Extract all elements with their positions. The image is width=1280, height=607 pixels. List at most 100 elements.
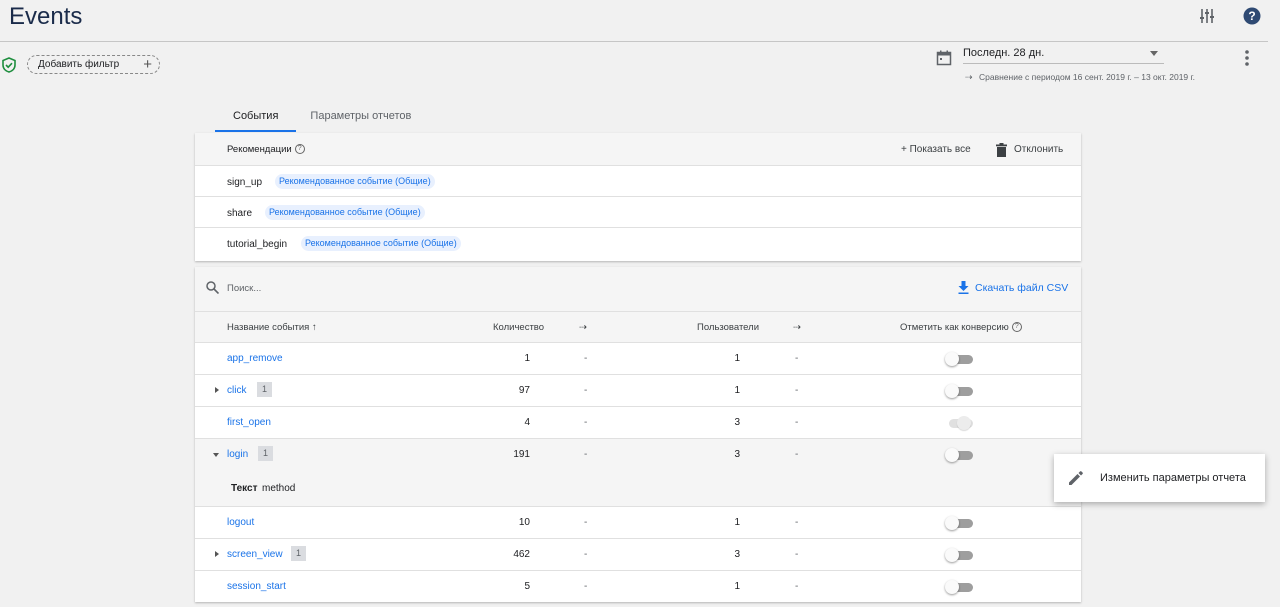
event-users: 1 (734, 581, 740, 592)
column-conversion: Отметить как конверсию? (900, 322, 1022, 333)
column-event-name[interactable]: Название события ↑ (227, 322, 317, 333)
plus-icon: + (143, 56, 152, 73)
event-count: 5 (524, 581, 530, 592)
event-name-link[interactable]: logout (227, 517, 254, 528)
search-bar: Скачать файл CSV (195, 267, 1081, 311)
count-change: - (584, 517, 588, 528)
conversion-toggle[interactable] (945, 384, 973, 398)
expand-arrow-icon[interactable] (215, 551, 219, 557)
event-count: 191 (513, 449, 530, 460)
event-count: 462 (513, 549, 530, 560)
edit-report-params-label: Изменить параметры отчета (1100, 472, 1246, 484)
events-table-card: Скачать файл CSV Название события ↑ Коли… (195, 267, 1081, 602)
calendar-icon[interactable] (936, 50, 952, 66)
more-vert-icon[interactable] (1240, 48, 1254, 68)
count-change: - (584, 549, 588, 560)
param-name: method (262, 483, 296, 494)
header: Events ? (0, 0, 1280, 42)
recommendations-card: Рекомендации? + Показать все Отклонить s… (195, 133, 1081, 261)
event-name-link[interactable]: click (227, 385, 246, 396)
users-change: - (795, 517, 799, 528)
page-title: Events (9, 3, 83, 30)
comparison-label: Сравнение с периодом 16 сент. 2019 г. – … (979, 72, 1195, 82)
download-csv-label: Скачать файл CSV (975, 281, 1069, 294)
help-icon[interactable]: ? (1011, 322, 1022, 333)
conversion-toggle[interactable] (945, 516, 973, 530)
compare-arrows-icon: ⇢ (965, 72, 973, 82)
recommendation-name: share (227, 208, 253, 219)
event-users: 3 (734, 417, 740, 428)
table-header: Название события ↑ Количество ⇢ Пользова… (195, 311, 1081, 343)
add-filter-button[interactable]: Добавить фильтр + (27, 55, 160, 74)
recommendation-name: sign_up (227, 177, 263, 188)
table-row: logout 10 - 1 - (195, 507, 1081, 539)
tab-events[interactable]: События (215, 104, 297, 132)
recommended-badge: Рекомендованное событие (Общие) (265, 205, 425, 220)
date-range-select[interactable]: Последн. 28 дн. (963, 44, 1164, 64)
conversion-toggle[interactable] (945, 548, 973, 562)
download-icon (958, 281, 969, 294)
recommended-badge: Рекомендованное событие (Общие) (301, 236, 461, 251)
event-name-link[interactable]: session_start (227, 581, 286, 592)
event-parameter-row: Текст method (195, 471, 1081, 507)
recommendation-name: tutorial_begin (227, 239, 288, 250)
recommended-badge: Рекомендованное событие (Общие) (275, 174, 435, 189)
header-divider (0, 41, 1268, 42)
table-row: app_remove 1 - 1 - (195, 343, 1081, 375)
add-filter-label: Добавить фильтр (38, 59, 120, 70)
users-change: - (795, 385, 799, 396)
trash-icon[interactable] (996, 143, 1007, 157)
event-name-link[interactable]: first_open (227, 417, 271, 428)
tab-report-parameters[interactable]: Параметры отчетов (296, 104, 429, 132)
event-users: 1 (734, 517, 740, 528)
conversion-toggle (945, 416, 973, 430)
param-type: Текст (231, 483, 258, 494)
edit-report-params-menu[interactable]: Изменить параметры отчета (1054, 454, 1265, 502)
recommendations-header: Рекомендации? + Показать все Отклонить (195, 133, 1081, 166)
table-row: screen_view 1 462 - 3 - (195, 539, 1081, 571)
show-all-button[interactable]: + Показать все (901, 144, 971, 155)
date-range-value: Последн. 28 дн. (963, 47, 1045, 59)
column-users[interactable]: Пользователи (697, 322, 759, 333)
comparison-text: ⇢ Сравнение с периодом 16 сент. 2019 г. –… (965, 72, 1265, 83)
event-name-link[interactable]: login (227, 449, 248, 460)
dismiss-button[interactable]: Отклонить (1014, 144, 1063, 155)
event-users: 3 (734, 549, 740, 560)
event-name-link[interactable]: app_remove (227, 353, 283, 364)
download-csv-button[interactable]: Скачать файл CSV (958, 281, 1068, 294)
expand-arrow-icon[interactable] (215, 387, 219, 393)
shield-check-icon (2, 57, 16, 73)
recommendation-row: share Рекомендованное событие (Общие) (195, 197, 1081, 228)
conversion-toggle[interactable] (945, 448, 973, 462)
compare-arrows-icon: ⇢ (793, 322, 801, 333)
table-row: click 1 97 - 1 - (195, 375, 1081, 407)
help-circle-icon[interactable]: ? (1242, 6, 1262, 26)
conversion-toggle[interactable] (945, 580, 973, 594)
count-change: - (584, 581, 588, 592)
users-change: - (795, 353, 799, 364)
count-change: - (584, 385, 588, 396)
recommendation-row: sign_up Рекомендованное событие (Общие) (195, 166, 1081, 197)
users-change: - (795, 549, 799, 560)
conversion-toggle[interactable] (945, 352, 973, 366)
sliders-icon[interactable] (1197, 6, 1217, 26)
chevron-down-icon (1150, 51, 1158, 56)
search-icon (206, 281, 220, 295)
users-change: - (795, 581, 799, 592)
column-count[interactable]: Количество (493, 322, 544, 333)
param-count-badge: 1 (258, 446, 273, 461)
search-input[interactable] (227, 281, 527, 295)
users-change: - (795, 417, 799, 428)
event-users: 3 (734, 449, 740, 460)
collapse-arrow-icon[interactable] (213, 453, 219, 457)
event-count: 1 (524, 353, 530, 364)
event-users: 1 (734, 353, 740, 364)
help-icon[interactable]: ? (294, 144, 305, 155)
event-count: 97 (518, 385, 530, 396)
event-name-link[interactable]: screen_view (227, 549, 283, 560)
svg-text:?: ? (1248, 9, 1255, 23)
event-count: 10 (518, 517, 530, 528)
event-count: 4 (524, 417, 530, 428)
recommendations-title: Рекомендации? (227, 144, 305, 155)
table-row: first_open 4 - 3 - (195, 407, 1081, 439)
